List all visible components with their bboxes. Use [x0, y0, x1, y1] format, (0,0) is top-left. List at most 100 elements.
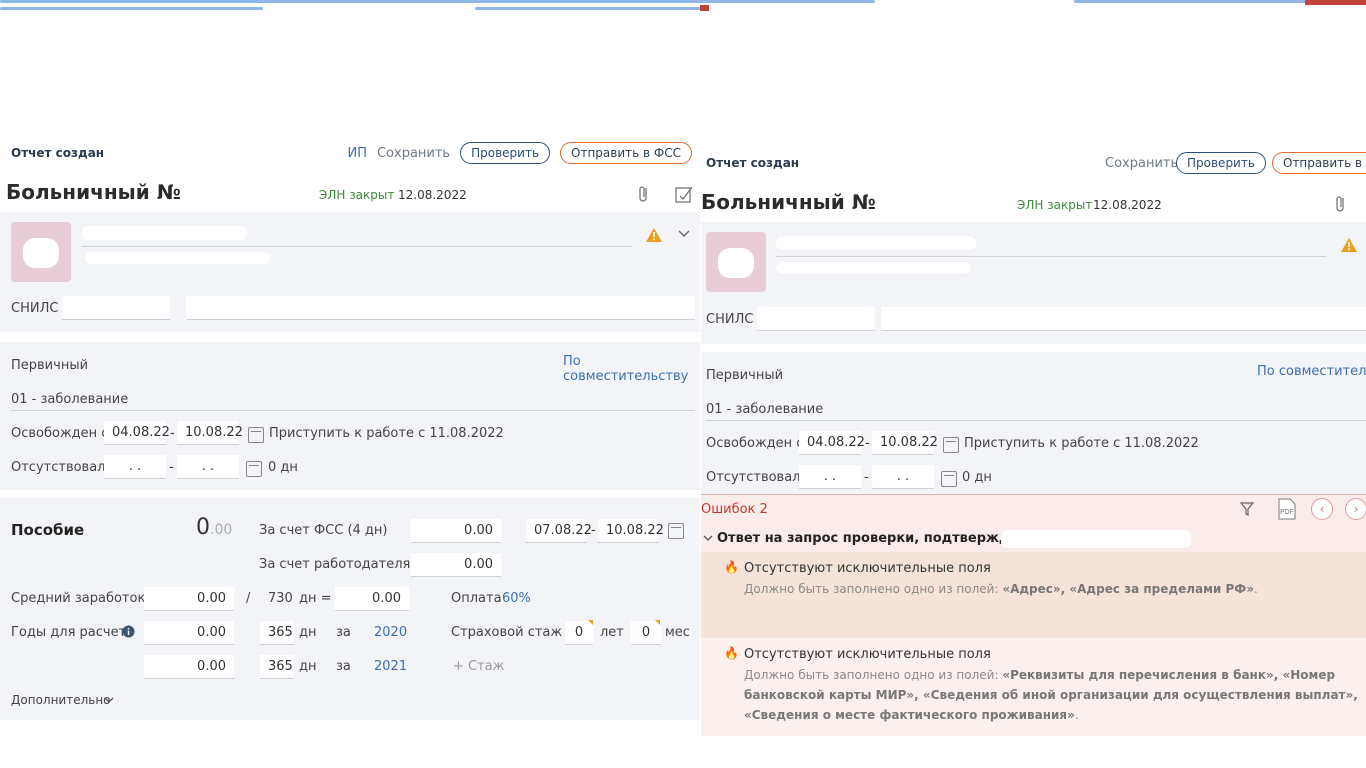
errors-panel: Ошибок 2 PDF ‹ › Ответ на запрос проверк… [701, 494, 1366, 736]
eln-status: ЭЛН закрыт [1017, 198, 1093, 212]
absent-label: Отсутствовал [706, 470, 801, 485]
fire-icon: 🔥 [724, 646, 739, 660]
check-button[interactable]: Проверить [1176, 152, 1266, 174]
chevron-right-icon[interactable]: › [1345, 498, 1366, 520]
released-to-field[interactable]: 10.08.22 [177, 421, 243, 445]
absent-to-field[interactable]: . . [872, 465, 934, 489]
combo-link[interactable]: По совместительс [1257, 364, 1366, 379]
released-from-field[interactable]: 04.08.22 [104, 421, 170, 445]
fss-value-field[interactable]: 0.00 [411, 519, 501, 543]
combo-link[interactable]: По совместительству [563, 354, 700, 384]
absent-to-field[interactable]: . . [177, 455, 239, 479]
filter-icon[interactable] [1240, 502, 1254, 516]
error-title: Отсутствуют исключительные поля [744, 561, 991, 576]
warning-icon[interactable] [646, 228, 662, 242]
stazh-years-unit: лет [600, 625, 624, 640]
year2-for: за [336, 659, 351, 674]
paperclip-icon[interactable] [1334, 194, 1352, 214]
send-fss-button[interactable]: Отправить в Ф [1272, 152, 1366, 174]
chevron-down-icon[interactable] [703, 535, 713, 542]
absent-from-field[interactable]: . . [104, 455, 166, 479]
ip-link[interactable]: ИП [347, 146, 367, 161]
dash: - [169, 460, 174, 475]
released-from-field[interactable]: 04.08.22 [799, 431, 865, 455]
save-button[interactable]: Сохранить [1105, 156, 1178, 171]
year1-for: за [336, 625, 351, 640]
info-icon[interactable] [122, 625, 135, 638]
chevron-left-icon[interactable]: ‹ [1311, 498, 1333, 520]
avatar [706, 232, 766, 292]
add-stazh-button[interactable]: + Стаж [453, 659, 504, 674]
released-label: Освобожден с [706, 436, 804, 451]
reason-select[interactable]: 01 - заболевание [11, 392, 128, 407]
person-card: СНИЛС [0, 212, 700, 332]
chevron-down-icon[interactable] [104, 697, 114, 704]
avatar [11, 222, 71, 282]
error-title: Отсутствуют исключительные поля [744, 647, 991, 662]
more-toggle[interactable]: Дополнительно [11, 693, 111, 707]
calendar-icon[interactable] [246, 461, 262, 477]
reason-underline [11, 410, 695, 411]
pay-value[interactable]: 60% [502, 591, 531, 606]
pdf-icon[interactable]: PDF [1277, 498, 1297, 520]
fss-from-field[interactable]: 07.08.22 [526, 519, 592, 543]
divider: / [246, 591, 251, 606]
year2-days-field[interactable]: 365 [260, 655, 294, 679]
return-to-work-text: Приступить к работе с 11.08.2022 [269, 426, 504, 441]
released-label: Освобожден с [11, 426, 109, 441]
warning-icon[interactable] [1341, 238, 1357, 252]
page-title: Больничный № [701, 190, 876, 214]
pay-label: Оплата [451, 591, 502, 606]
calendar-icon[interactable] [668, 523, 684, 539]
fire-icon: 🔥 [724, 560, 739, 574]
report-header: Отчет создан Сохранить Проверить Отправи… [701, 140, 1366, 188]
snils-extra-field[interactable] [186, 296, 695, 320]
avg-earnings-field[interactable]: 0.00 [144, 587, 234, 611]
return-to-work-text: Приступить к работе с 11.08.2022 [964, 436, 1199, 451]
dash: - [865, 436, 870, 451]
name-underline [82, 246, 632, 247]
paperclip-icon[interactable] [637, 184, 655, 204]
calendar-icon[interactable] [248, 427, 264, 443]
tab-indicator [475, 7, 708, 10]
report-status: Отчет создан [11, 146, 105, 160]
calendar-icon[interactable] [941, 471, 957, 487]
snils-extra-field[interactable] [881, 307, 1366, 331]
sign-document-icon[interactable] [674, 184, 693, 204]
fss-label: За счет ФСС (4 дн) [259, 523, 388, 538]
year1-days-field[interactable]: 365 [260, 621, 294, 645]
report-header: Отчет создан ИП Сохранить Проверить Отпр… [0, 130, 700, 178]
benefit-card: Пособие 0.00 За счет ФСС (4 дн) 0.00 07.… [0, 498, 700, 720]
fss-to-field[interactable]: 10.08.22 [598, 519, 664, 543]
absent-from-field[interactable]: . . [799, 465, 861, 489]
absent-label: Отсутствовал [11, 460, 106, 475]
employer-label: За счет работодателя [259, 557, 411, 572]
check-button[interactable]: Проверить [460, 142, 551, 164]
window-close-button[interactable] [1305, 0, 1366, 5]
avg-days: 730 [268, 591, 293, 606]
save-button[interactable]: Сохранить [377, 146, 450, 161]
chevron-down-icon[interactable] [678, 230, 690, 238]
tab-indicator [0, 7, 263, 10]
year1-sum-field[interactable]: 0.00 [144, 621, 234, 645]
released-to-field[interactable]: 10.08.22 [872, 431, 938, 455]
snils-field[interactable] [757, 307, 875, 331]
stazh-months-unit: мес [665, 625, 690, 640]
dash: - [170, 426, 175, 441]
person-card: СНИЛС [701, 222, 1366, 344]
year2-dn: дн [299, 659, 317, 674]
avg-result-field: 0.00 [335, 587, 409, 611]
reason-select[interactable]: 01 - заболевание [706, 402, 823, 417]
period-card: Первичный По совместительс 01 - заболева… [701, 352, 1366, 494]
send-fss-button[interactable]: Отправить в ФСС [560, 142, 692, 164]
years-label: Годы для расчета [11, 625, 135, 640]
calendar-icon[interactable] [943, 437, 959, 453]
snils-field[interactable] [62, 296, 170, 320]
year2-sum-field[interactable]: 0.00 [144, 655, 234, 679]
employer-value-field[interactable]: 0.00 [411, 553, 501, 577]
year2-select[interactable]: 2021 [374, 659, 407, 674]
snils-label: СНИЛС [11, 301, 59, 316]
year1-select[interactable]: 2020 [374, 625, 407, 640]
error-item: 🔥 Отсутствуют исключительные поля Должно… [701, 552, 1366, 638]
absent-days: 0 дн [268, 460, 298, 475]
